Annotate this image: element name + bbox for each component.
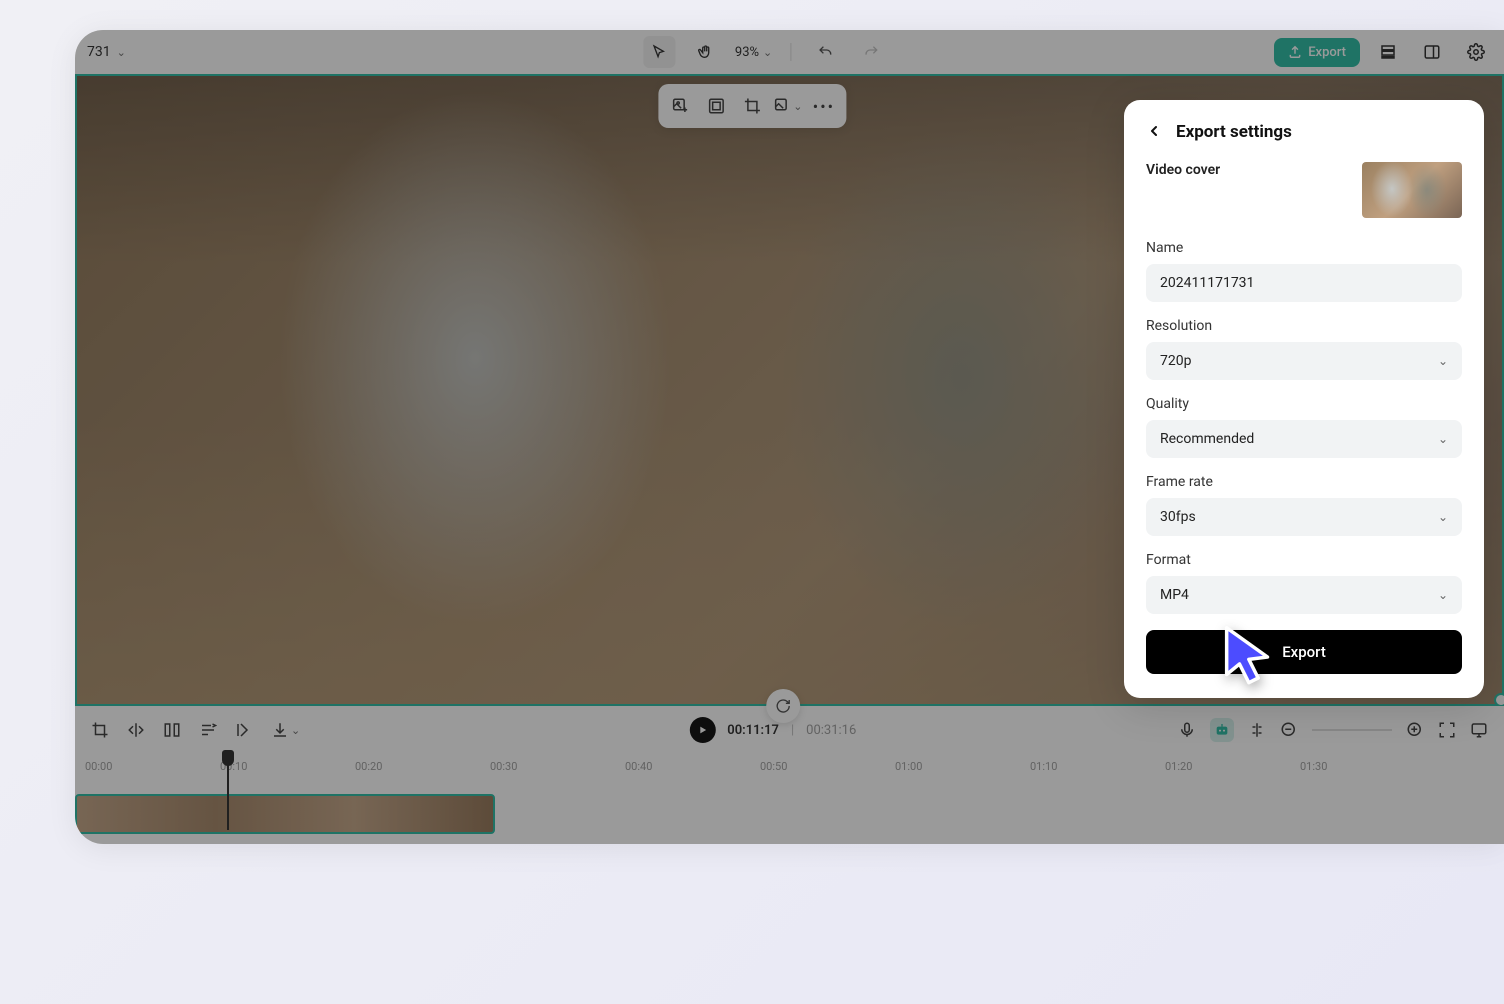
mic-icon[interactable] [1178, 721, 1196, 739]
ruler-tick: 00:40 [625, 760, 652, 773]
ai-icon[interactable] [1210, 718, 1234, 742]
quality-select[interactable]: Recommended ⌄ [1146, 420, 1462, 458]
framerate-label: Frame rate [1146, 474, 1462, 490]
export-button-top[interactable]: Export [1274, 38, 1360, 67]
ruler-tick: 00:20 [355, 760, 382, 773]
time-current: 00:11:17 [727, 723, 779, 738]
chevron-down-icon: ⌄ [117, 46, 126, 59]
chevron-down-icon: ⌄ [763, 46, 772, 59]
settings-icon[interactable] [1460, 36, 1492, 68]
present-icon[interactable] [1470, 721, 1488, 739]
crop-icon[interactable] [736, 90, 768, 122]
video-cover-thumbnail[interactable] [1362, 162, 1462, 218]
cursor-overlay-icon [1220, 622, 1280, 692]
chevron-down-icon: ⌄ [1438, 510, 1448, 524]
chevron-down-icon: ⌄ [291, 724, 300, 737]
back-button[interactable] [1146, 122, 1162, 142]
replace-media-icon[interactable]: ⌄ [772, 90, 804, 122]
panel-title: Export settings [1176, 122, 1292, 142]
format-label: Format [1146, 552, 1462, 568]
export-submit-button[interactable]: Export [1146, 630, 1462, 674]
add-media-icon[interactable] [664, 90, 696, 122]
resolution-label: Resolution [1146, 318, 1462, 334]
format-select[interactable]: MP4 ⌄ [1146, 576, 1462, 614]
ruler-tick: 00:30 [490, 760, 517, 773]
flip-icon[interactable] [127, 721, 145, 739]
name-label: Name [1146, 240, 1462, 256]
ruler-tick: 01:30 [1300, 760, 1327, 773]
chevron-down-icon: ⌄ [1438, 588, 1448, 602]
undo-button[interactable] [809, 36, 841, 68]
project-name-dropdown[interactable]: 731 ⌄ [87, 44, 126, 60]
hand-tool[interactable] [689, 36, 721, 68]
redo-button[interactable] [855, 36, 887, 68]
timeline-tracks[interactable] [75, 782, 1504, 842]
chevron-down-icon: ⌄ [1438, 432, 1448, 446]
resolution-value: 720p [1160, 353, 1191, 369]
quality-label: Quality [1146, 396, 1462, 412]
timeline-ruler[interactable]: 00:00 00:10 00:20 00:30 00:40 00:50 01:0… [75, 754, 1504, 782]
framerate-value: 30fps [1160, 509, 1196, 525]
volume-icon[interactable] [235, 721, 253, 739]
video-clip[interactable] [75, 794, 495, 834]
ruler-tick: 01:10 [1030, 760, 1057, 773]
top-bar: 731 ⌄ 93% ⌄ Export [75, 30, 1504, 74]
split-icon[interactable] [163, 721, 181, 739]
panel-toggle-icon[interactable] [1416, 36, 1448, 68]
resolution-select[interactable]: 720p ⌄ [1146, 342, 1462, 380]
ruler-tick: 01:20 [1165, 760, 1192, 773]
framerate-select[interactable]: 30fps ⌄ [1146, 498, 1462, 536]
floating-toolbar: ⌄ ••• [658, 84, 846, 128]
layers-icon[interactable] [1372, 36, 1404, 68]
quality-value: Recommended [1160, 431, 1254, 447]
export-settings-panel: Export settings Video cover Name 2024111… [1124, 100, 1484, 698]
play-button[interactable] [689, 717, 715, 743]
zoom-out-icon[interactable] [1280, 721, 1298, 739]
select-tool[interactable] [643, 36, 675, 68]
video-cover-label: Video cover [1146, 162, 1220, 178]
zoom-dropdown[interactable]: 93% ⌄ [735, 45, 772, 60]
export-button-label: Export [1308, 45, 1346, 60]
name-value: 202411171731 [1160, 275, 1254, 291]
download-dropdown[interactable]: ⌄ [271, 721, 300, 739]
ruler-tick: 00:50 [760, 760, 787, 773]
time-total: 00:31:16 [806, 723, 856, 738]
separator [790, 43, 791, 61]
align-icon[interactable] [1248, 721, 1266, 739]
refresh-button[interactable] [766, 689, 800, 723]
format-value: MP4 [1160, 587, 1189, 603]
aspect-ratio-icon[interactable] [700, 90, 732, 122]
ruler-tick: 00:00 [85, 760, 112, 773]
export-submit-label: Export [1282, 643, 1326, 661]
project-name-label: 731 [87, 44, 111, 60]
chevron-down-icon: ⌄ [793, 100, 802, 113]
fullscreen-icon[interactable] [1438, 721, 1456, 739]
ruler-tick: 01:00 [895, 760, 922, 773]
name-input[interactable]: 202411171731 [1146, 264, 1462, 302]
zoom-slider[interactable] [1312, 729, 1392, 731]
speed-icon[interactable] [199, 721, 217, 739]
crop-icon[interactable] [91, 721, 109, 739]
playhead[interactable] [227, 750, 229, 830]
time-separator: | [791, 723, 794, 738]
chevron-down-icon: ⌄ [1438, 354, 1448, 368]
more-icon[interactable]: ••• [808, 90, 840, 122]
zoom-in-icon[interactable] [1406, 721, 1424, 739]
resize-handle[interactable] [1494, 693, 1504, 706]
zoom-value: 93% [735, 45, 759, 60]
